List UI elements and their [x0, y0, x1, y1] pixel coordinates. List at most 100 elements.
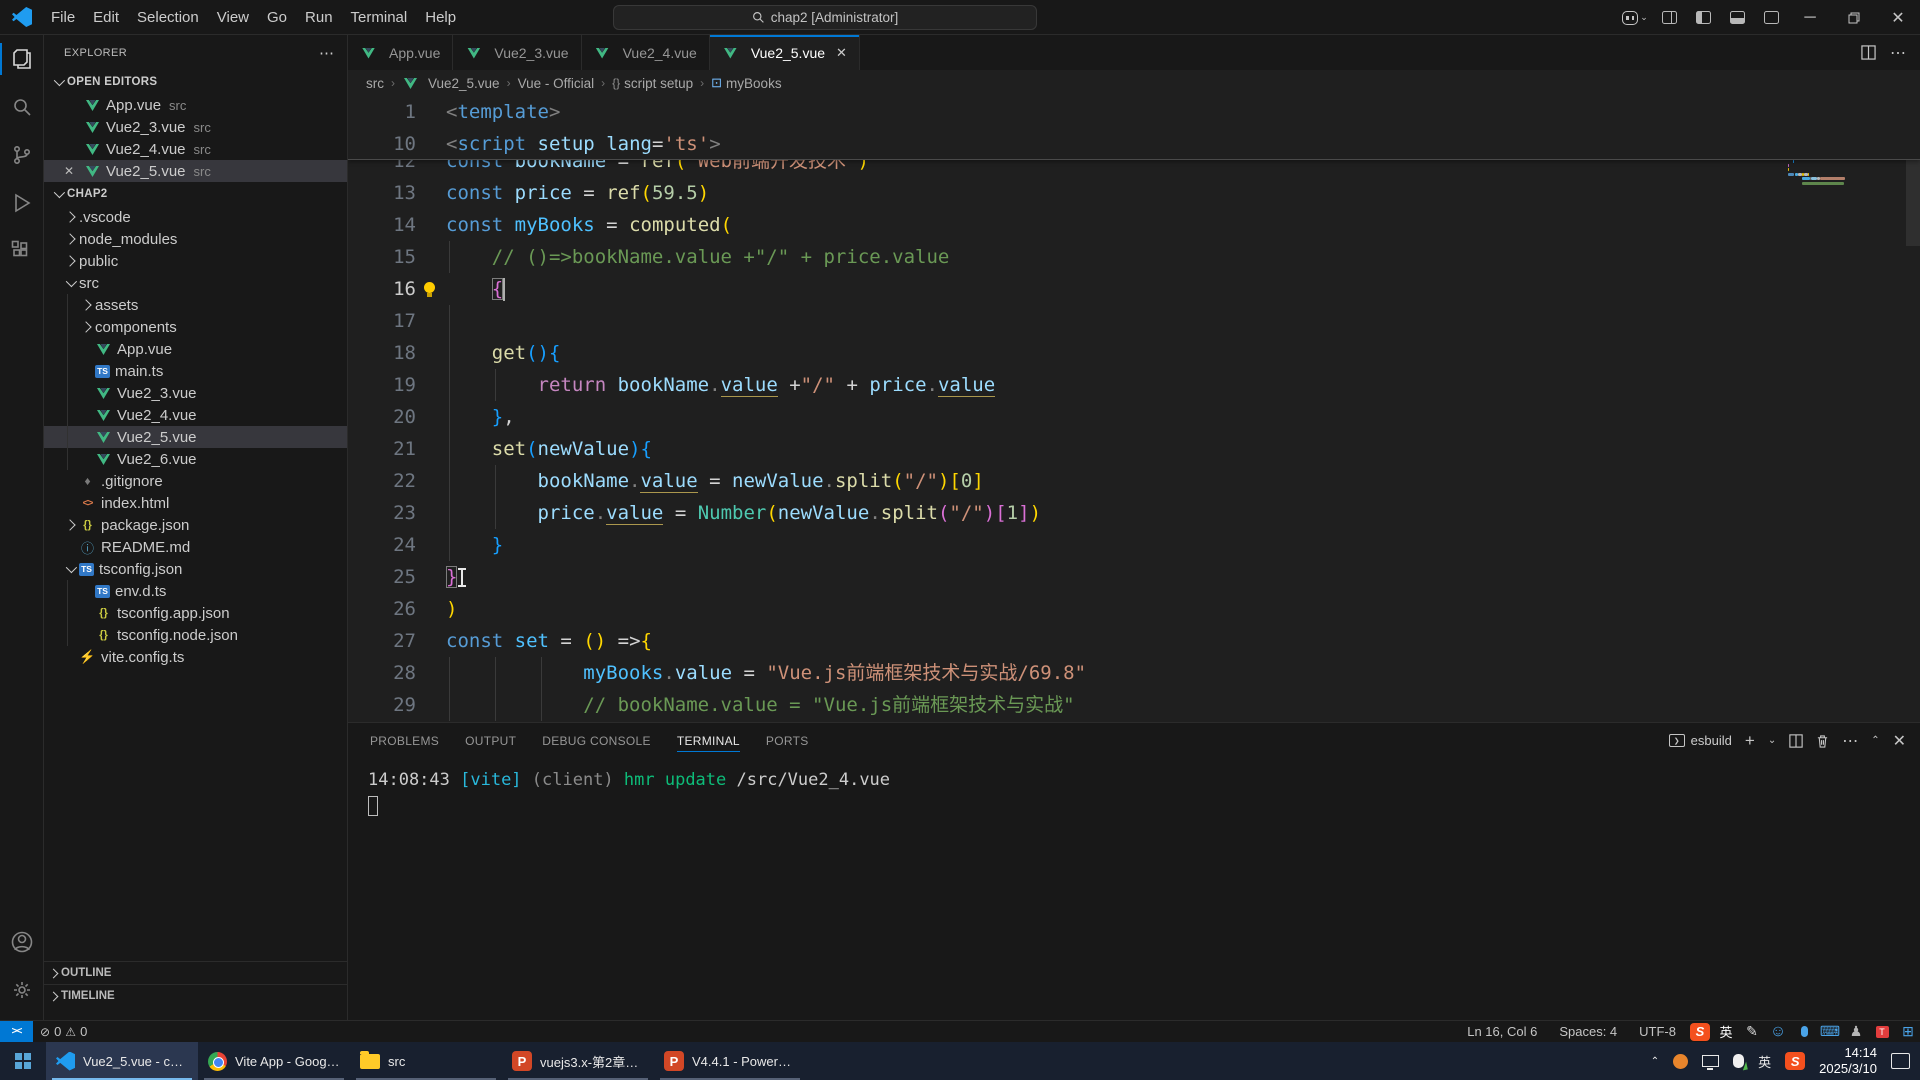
- tree-item-components[interactable]: components: [44, 316, 347, 338]
- layout-customize-icon[interactable]: [1652, 0, 1686, 35]
- search-sidebar-icon[interactable]: [0, 83, 44, 131]
- breadcrumb-item[interactable]: src: [366, 76, 384, 91]
- toggle-secondary-sidebar-icon[interactable]: [1754, 0, 1788, 35]
- ime-toolbox-icon[interactable]: ⊞: [1898, 1023, 1918, 1041]
- run-debug-icon[interactable]: [0, 179, 44, 227]
- panel-more-actions-icon[interactable]: ⋯: [1842, 731, 1858, 751]
- terminal-profile[interactable]: ❯ esbuild: [1669, 733, 1732, 748]
- kill-terminal-trash-icon[interactable]: [1816, 734, 1829, 748]
- tree-item-env.d.ts[interactable]: TSenv.d.ts: [44, 580, 347, 602]
- tray-network-display-icon[interactable]: [1702, 1055, 1719, 1067]
- window-close-button[interactable]: ✕: [1876, 0, 1920, 35]
- menu-selection[interactable]: Selection: [128, 0, 208, 34]
- menu-run[interactable]: Run: [296, 0, 342, 34]
- window-minimize-button[interactable]: ─: [1788, 0, 1832, 35]
- new-terminal-icon[interactable]: +: [1745, 731, 1755, 751]
- terminal-output[interactable]: 14:08:43 [vite] (client) hmr update /src…: [348, 758, 1920, 816]
- tree-item-src[interactable]: src: [44, 272, 347, 294]
- taskbar-app-folder[interactable]: src: [350, 1042, 502, 1080]
- menu-view[interactable]: View: [208, 0, 258, 34]
- ime-keyboard-icon[interactable]: ⌨: [1820, 1023, 1840, 1041]
- tree-item-README.md[interactable]: ⓘREADME.md: [44, 536, 347, 558]
- breadcrumb-item[interactable]: {}script setup: [612, 76, 693, 91]
- split-terminal-icon[interactable]: [1789, 734, 1803, 748]
- tree-item-package.json[interactable]: {}package.json: [44, 514, 347, 536]
- problems-status[interactable]: ⊘0 ⚠0: [33, 1024, 94, 1039]
- taskbar-app-vscode[interactable]: Vue2_5.vue - cha...: [46, 1042, 198, 1080]
- sogou-ime-icon[interactable]: S: [1690, 1023, 1710, 1041]
- indentation-status[interactable]: Spaces: 4: [1551, 1024, 1625, 1039]
- explorer-more-actions-icon[interactable]: ⋯: [319, 44, 335, 62]
- panel-tab-ports[interactable]: PORTS: [766, 723, 809, 758]
- notification-center-icon[interactable]: [1891, 1053, 1910, 1069]
- menu-go[interactable]: Go: [258, 0, 296, 34]
- tree-item-Vue2_5.vue[interactable]: Vue2_5.vue: [44, 426, 347, 448]
- tab-App-vue[interactable]: App.vue: [348, 35, 453, 70]
- tree-item-public[interactable]: public: [44, 250, 347, 272]
- taskbar-app-chrome[interactable]: Vite App - Googl...: [198, 1042, 350, 1080]
- account-icon[interactable]: [0, 918, 44, 966]
- taskbar-app-ppt[interactable]: Pvuejs3.x-第2章Vue...: [502, 1042, 654, 1080]
- toggle-sidebar-icon[interactable]: [1686, 0, 1720, 35]
- maximize-panel-icon[interactable]: ⌃: [1871, 735, 1879, 746]
- panel-tab-debug-console[interactable]: DEBUG CONSOLE: [542, 723, 651, 758]
- tree-item-.gitignore[interactable]: ♦.gitignore: [44, 470, 347, 492]
- tree-item-Vue2_4.vue[interactable]: Vue2_4.vue: [44, 404, 347, 426]
- ime-emoji-icon[interactable]: ☺: [1768, 1023, 1788, 1041]
- ime-skin-icon[interactable]: T: [1872, 1023, 1892, 1041]
- quick-fix-lightbulb-icon[interactable]: [424, 282, 435, 293]
- menu-edit[interactable]: Edit: [84, 0, 128, 34]
- panel-tab-problems[interactable]: PROBLEMS: [370, 723, 439, 758]
- tree-item-tsconfig.node.json[interactable]: {}tsconfig.node.json: [44, 624, 347, 646]
- tray-alarm-icon[interactable]: [1673, 1054, 1688, 1069]
- tab-Vue2_3-vue[interactable]: Vue2_3.vue: [453, 35, 581, 70]
- start-button[interactable]: [0, 1042, 46, 1080]
- taskbar-clock[interactable]: 14:14 2025/3/10: [1819, 1045, 1877, 1077]
- settings-gear-icon[interactable]: [0, 966, 44, 1014]
- taskbar-app-ppt[interactable]: PV4.4.1 - PowerPoi...: [654, 1042, 806, 1080]
- breadcrumb-item[interactable]: ⊡myBooks: [711, 75, 781, 91]
- tab-Vue2_5-vue[interactable]: Vue2_5.vue✕: [710, 35, 860, 70]
- tree-item-.vscode[interactable]: .vscode: [44, 206, 347, 228]
- menu-help[interactable]: Help: [416, 0, 465, 34]
- timeline-section-header[interactable]: TIMELINE: [44, 984, 347, 1007]
- command-center-search[interactable]: chap2 [Administrator]: [613, 5, 1037, 30]
- tab-close-icon[interactable]: ✕: [836, 45, 847, 61]
- cursor-position-status[interactable]: Ln 16, Col 6: [1459, 1024, 1545, 1039]
- tree-item-index.html[interactable]: <>index.html: [44, 492, 347, 514]
- menu-terminal[interactable]: Terminal: [342, 0, 417, 34]
- panel-tab-output[interactable]: OUTPUT: [465, 723, 516, 758]
- source-control-icon[interactable]: [0, 131, 44, 179]
- copilot-icon[interactable]: ⌄: [1618, 0, 1652, 35]
- tray-mouse-driver-icon[interactable]: [1733, 1054, 1744, 1068]
- outline-section-header[interactable]: OUTLINE: [44, 961, 347, 984]
- breadcrumb-item[interactable]: Vue - Official: [518, 76, 595, 91]
- tray-ime-language[interactable]: 英: [1758, 1052, 1771, 1071]
- tree-item-assets[interactable]: assets: [44, 294, 347, 316]
- open-editor-item[interactable]: Vue2_3.vuesrc: [44, 116, 347, 138]
- project-root-header[interactable]: CHAP2: [44, 182, 347, 206]
- extensions-icon[interactable]: [0, 227, 44, 275]
- tray-hidden-icons-chevron[interactable]: ⌃: [1651, 1056, 1659, 1067]
- tree-item-main.ts[interactable]: TSmain.ts: [44, 360, 347, 382]
- open-editor-item[interactable]: Vue2_4.vuesrc: [44, 138, 347, 160]
- close-editor-icon[interactable]: ✕: [64, 164, 74, 178]
- open-editors-header[interactable]: OPEN EDITORS: [44, 70, 347, 94]
- split-editor-icon[interactable]: [1861, 45, 1876, 60]
- close-panel-icon[interactable]: ✕: [1893, 731, 1906, 751]
- panel-tab-terminal[interactable]: TERMINAL: [677, 723, 740, 758]
- remote-indicator[interactable]: ><: [0, 1021, 33, 1042]
- tree-item-vite.config.ts[interactable]: ⚡vite.config.ts: [44, 646, 347, 668]
- code-editor[interactable]: 12const bookName = ref('Web前端开发技术')13con…: [348, 96, 1920, 722]
- tree-item-tsconfig.app.json[interactable]: {}tsconfig.app.json: [44, 602, 347, 624]
- breadcrumb-item[interactable]: Vue2_5.vue: [402, 75, 500, 91]
- tree-item-Vue2_6.vue[interactable]: Vue2_6.vue: [44, 448, 347, 470]
- window-restore-button[interactable]: [1832, 0, 1876, 35]
- ime-mic-icon[interactable]: [1794, 1023, 1814, 1041]
- explorer-icon[interactable]: [0, 35, 44, 83]
- menu-file[interactable]: File: [42, 0, 84, 34]
- editor-more-actions-icon[interactable]: ⋯: [1890, 43, 1906, 63]
- toggle-panel-icon[interactable]: [1720, 0, 1754, 35]
- ime-user-icon[interactable]: ♟: [1846, 1023, 1866, 1041]
- tab-Vue2_4-vue[interactable]: Vue2_4.vue: [582, 35, 710, 70]
